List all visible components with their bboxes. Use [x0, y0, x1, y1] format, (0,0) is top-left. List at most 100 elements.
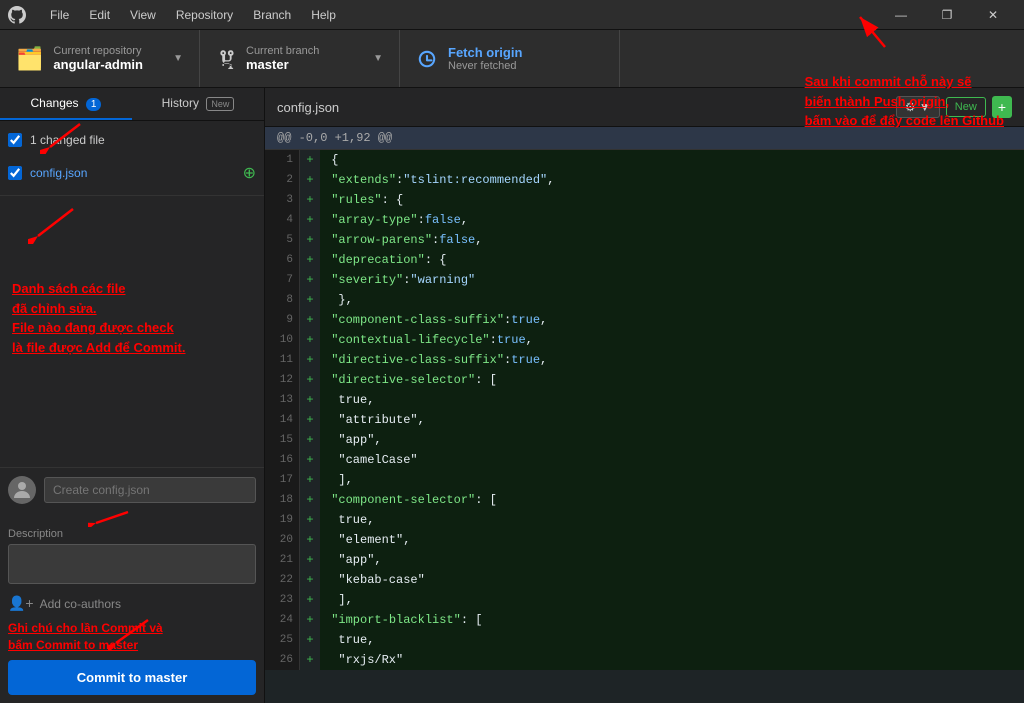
line-sign: +	[300, 190, 320, 210]
line-sign: +	[300, 630, 320, 650]
history-new-badge: New	[206, 97, 234, 111]
diff-line-row: 18+ "component-selector": [	[265, 490, 1024, 510]
line-number: 8	[265, 290, 300, 310]
avatar	[8, 476, 36, 504]
line-code: true,	[320, 390, 1024, 410]
diff-line-row: 15+ "app",	[265, 430, 1024, 450]
repo-chevron-icon: ▼	[173, 53, 183, 64]
file-annotation-arrow-icon	[28, 204, 88, 244]
commit-message-input[interactable]	[44, 477, 256, 503]
file-annotation-area	[0, 151, 264, 159]
line-number: 13	[265, 390, 300, 410]
line-sign: +	[300, 250, 320, 270]
line-sign: +	[300, 270, 320, 290]
line-number: 23	[265, 590, 300, 610]
line-code: "deprecation": {	[320, 250, 1024, 270]
line-code: "array-type": false,	[320, 210, 1024, 230]
branch-icon	[216, 49, 236, 69]
filename-label: config.json	[30, 166, 235, 180]
line-code: "attribute",	[320, 410, 1024, 430]
line-sign: +	[300, 290, 320, 310]
changes-badge: 1	[86, 98, 102, 111]
line-sign: +	[300, 490, 320, 510]
settings-button[interactable]: ⚙ ▼	[896, 96, 940, 118]
commit-annotation-arrow-icon	[108, 615, 158, 650]
add-file-icon[interactable]: ⊕	[243, 163, 256, 183]
file-checkbox[interactable]	[8, 166, 22, 180]
diff-line-row: 23+ ],	[265, 590, 1024, 610]
line-code: ],	[320, 470, 1024, 490]
content-area: config.json ⚙ ▼ New + @@ -0,0 +1,92 @@ 1…	[265, 88, 1024, 703]
desc-arrow-icon	[88, 507, 138, 527]
diff-view: @@ -0,0 +1,92 @@ 1+ {2+ "extends": "tsli…	[265, 127, 1024, 703]
file-list-annotation: Danh sách các fileđã chỉnh sửa.File nào …	[0, 196, 264, 467]
line-code: "camelCase"	[320, 450, 1024, 470]
minimize-button[interactable]: —	[878, 0, 924, 30]
line-sign: +	[300, 550, 320, 570]
line-sign: +	[300, 310, 320, 330]
description-textarea[interactable]	[8, 544, 256, 584]
maximize-button[interactable]: ❐	[924, 0, 970, 30]
line-sign: +	[300, 650, 320, 670]
main-layout: Changes 1 History New 1 changed file	[0, 88, 1024, 703]
line-sign: +	[300, 350, 320, 370]
menu-view[interactable]: View	[122, 6, 164, 24]
titlebar: File Edit View Repository Branch Help — …	[0, 0, 1024, 30]
menu-help[interactable]: Help	[303, 6, 344, 24]
line-number: 25	[265, 630, 300, 650]
add-button[interactable]: +	[992, 96, 1012, 118]
diff-line-row: 26+ "rxjs/Rx"	[265, 650, 1024, 670]
branch-name: master	[246, 57, 319, 72]
line-sign: +	[300, 470, 320, 490]
menu-file[interactable]: File	[42, 6, 77, 24]
add-coauthor-btn[interactable]: 👤+ Add co-authors	[8, 595, 256, 612]
menu-repository[interactable]: Repository	[168, 6, 241, 24]
menu-branch[interactable]: Branch	[245, 6, 299, 24]
tab-changes[interactable]: Changes 1	[0, 88, 132, 120]
commit-area: Description 👤+ Add co-authors Ghi chú ch…	[0, 467, 264, 703]
line-number: 5	[265, 230, 300, 250]
diff-line-row: 21+ "app",	[265, 550, 1024, 570]
line-number: 3	[265, 190, 300, 210]
line-code: "kebab-case"	[320, 570, 1024, 590]
line-number: 22	[265, 570, 300, 590]
branch-chevron-icon: ▼	[373, 53, 383, 64]
commit-button[interactable]: Commit to master	[8, 660, 256, 695]
diff-header: @@ -0,0 +1,92 @@	[265, 127, 1024, 150]
titlebar-left: File Edit View Repository Branch Help	[8, 6, 344, 24]
diff-line-row: 1+ {	[265, 150, 1024, 170]
fetch-text-group: Fetch origin Never fetched	[448, 45, 522, 72]
branch-label: Current branch	[246, 45, 319, 57]
sidebar-tabs: Changes 1 History New	[0, 88, 264, 121]
new-button[interactable]: New	[946, 97, 986, 117]
current-branch-section[interactable]: Current branch master ▼	[200, 30, 400, 87]
line-code: "rxjs/Rx"	[320, 650, 1024, 670]
file-item-config[interactable]: config.json ⊕	[0, 159, 264, 187]
tab-history[interactable]: History New	[132, 88, 264, 120]
line-code: "extends": "tslint:recommended",	[320, 170, 1024, 190]
line-code: },	[320, 290, 1024, 310]
line-code: ],	[320, 590, 1024, 610]
diff-line-row: 19+ true,	[265, 510, 1024, 530]
line-code: "component-selector": [	[320, 490, 1024, 510]
select-all-checkbox[interactable]	[8, 133, 22, 147]
diff-line-row: 2+ "extends": "tslint:recommended",	[265, 170, 1024, 190]
diff-line-row: 7+ "severity": "warning"	[265, 270, 1024, 290]
line-code: "contextual-lifecycle": true,	[320, 330, 1024, 350]
titlebar-controls: — ❐ ✕	[878, 0, 1016, 30]
description-label: Description	[8, 528, 256, 540]
diff-line-row: 25+ true,	[265, 630, 1024, 650]
line-number: 16	[265, 450, 300, 470]
menu-edit[interactable]: Edit	[81, 6, 118, 24]
current-repo-section[interactable]: 🗂️ Current repository angular-admin ▼	[0, 30, 200, 87]
line-number: 14	[265, 410, 300, 430]
line-sign: +	[300, 570, 320, 590]
line-sign: +	[300, 510, 320, 530]
line-code: {	[320, 150, 1024, 170]
line-number: 7	[265, 270, 300, 290]
fetch-icon	[416, 48, 438, 70]
fetch-origin-section[interactable]: Fetch origin Never fetched	[400, 30, 620, 87]
line-code: "app",	[320, 550, 1024, 570]
close-button[interactable]: ✕	[970, 0, 1016, 30]
line-sign: +	[300, 170, 320, 190]
